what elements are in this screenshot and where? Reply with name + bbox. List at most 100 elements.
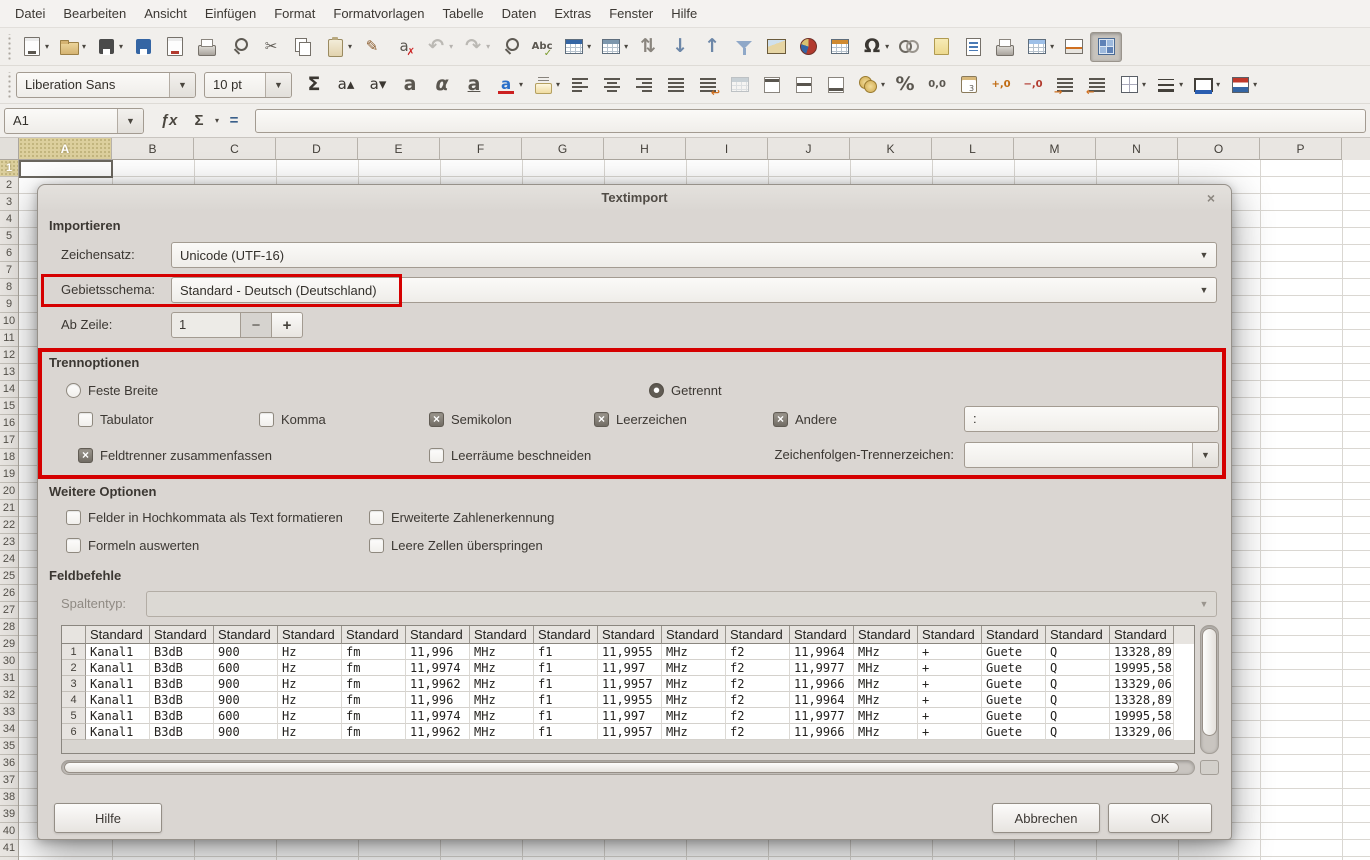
- preview-cell[interactable]: fm: [342, 676, 406, 692]
- column-header-g[interactable]: G: [522, 138, 604, 160]
- row-header-15[interactable]: 15: [0, 398, 18, 415]
- preview-cell[interactable]: 19995,58: [1110, 660, 1174, 676]
- help-button[interactable]: Hilfe: [54, 803, 162, 833]
- preview-cell[interactable]: MHz: [854, 692, 918, 708]
- scrollbar-thumb[interactable]: [64, 762, 1179, 773]
- row-header-29[interactable]: 29: [0, 636, 18, 653]
- bold-button[interactable]: a: [394, 70, 426, 100]
- preview-column-header[interactable]: Standard: [470, 626, 534, 644]
- preview-cell[interactable]: 13329,06: [1110, 676, 1174, 692]
- preview-cell[interactable]: MHz: [854, 660, 918, 676]
- preview-cell[interactable]: 11,9962: [406, 724, 470, 740]
- scrollbar-thumb[interactable]: [1202, 628, 1217, 736]
- preview-cell[interactable]: 900: [214, 676, 278, 692]
- copy-button[interactable]: [287, 32, 319, 62]
- insert-comment-button[interactable]: [925, 32, 957, 62]
- preview-cell[interactable]: 11,997: [598, 660, 662, 676]
- preview-cell[interactable]: Hz: [278, 692, 342, 708]
- row-header-6[interactable]: 6: [0, 245, 18, 262]
- row-header-12[interactable]: 12: [0, 347, 18, 364]
- chevron-down-icon[interactable]: ▼: [265, 73, 291, 97]
- preview-vertical-scrollbar[interactable]: [1200, 625, 1219, 754]
- menu-daten[interactable]: Daten: [493, 0, 546, 28]
- preview-cell[interactable]: f1: [534, 676, 598, 692]
- preview-cell[interactable]: MHz: [470, 676, 534, 692]
- row-header-3[interactable]: 3: [0, 194, 18, 211]
- row-header-28[interactable]: 28: [0, 619, 18, 636]
- string-delimiter-combobox[interactable]: ▼: [964, 442, 1219, 468]
- delete-decimal-button[interactable]: −,0: [1017, 70, 1049, 100]
- preview-cell[interactable]: 11,9977: [790, 660, 854, 676]
- preview-cell[interactable]: Kanal1: [86, 724, 150, 740]
- preview-cell[interactable]: Guete: [982, 692, 1046, 708]
- close-icon[interactable]: ×: [1203, 190, 1219, 206]
- sort-button[interactable]: ⇅: [632, 32, 664, 62]
- save-as-button[interactable]: [127, 32, 159, 62]
- row-header-40[interactable]: 40: [0, 823, 18, 840]
- preview-cell[interactable]: Q: [1046, 644, 1110, 660]
- preview-cell[interactable]: 600: [214, 660, 278, 676]
- menu-fenster[interactable]: Fenster: [600, 0, 662, 28]
- headers-footers-button[interactable]: [957, 32, 989, 62]
- column-header-h[interactable]: H: [604, 138, 686, 160]
- row-header-16[interactable]: 16: [0, 415, 18, 432]
- spin-plus-button[interactable]: +: [272, 312, 303, 338]
- preview-column-header[interactable]: Standard: [406, 626, 470, 644]
- from-row-input[interactable]: 1: [171, 312, 241, 338]
- toolbar-drag-handle[interactable]: [5, 34, 13, 60]
- decrease-indent-button[interactable]: [1081, 70, 1113, 100]
- save-button[interactable]: ▾: [90, 32, 127, 62]
- preview-column-header[interactable]: Standard: [790, 626, 854, 644]
- preview-cell[interactable]: f1: [534, 660, 598, 676]
- row-header-38[interactable]: 38: [0, 789, 18, 806]
- checkbox-tabulator[interactable]: Tabulator: [78, 409, 153, 429]
- preview-cell[interactable]: 11,9957: [598, 676, 662, 692]
- preview-cell[interactable]: fm: [342, 644, 406, 660]
- chevron-down-icon[interactable]: ▼: [1192, 443, 1218, 467]
- ok-button[interactable]: OK: [1108, 803, 1212, 833]
- row-header-19[interactable]: 19: [0, 466, 18, 483]
- preview-cell[interactable]: 13328,89: [1110, 692, 1174, 708]
- column-header-p[interactable]: P: [1260, 138, 1342, 160]
- preview-cell[interactable]: 11,9955: [598, 692, 662, 708]
- preview-cell[interactable]: f1: [534, 708, 598, 724]
- preview-cell[interactable]: 900: [214, 644, 278, 660]
- checkbox-trim-spaces[interactable]: Leerräume beschneiden: [429, 445, 591, 465]
- dialog-title[interactable]: Textimport: [38, 185, 1231, 211]
- decrease-font-size-button[interactable]: a▾: [362, 70, 394, 100]
- preview-cell[interactable]: Guete: [982, 708, 1046, 724]
- row-header-36[interactable]: 36: [0, 755, 18, 772]
- preview-cell[interactable]: Kanal1: [86, 708, 150, 724]
- column-header-o[interactable]: O: [1178, 138, 1260, 160]
- pivot-table-button[interactable]: [824, 32, 856, 62]
- preview-column-header[interactable]: Standard: [1046, 626, 1110, 644]
- preview-cell[interactable]: Q: [1046, 708, 1110, 724]
- row-header-27[interactable]: 27: [0, 602, 18, 619]
- row-header-35[interactable]: 35: [0, 738, 18, 755]
- preview-cell[interactable]: MHz: [854, 644, 918, 660]
- export-pdf-button[interactable]: [159, 32, 191, 62]
- radio-fixed-width[interactable]: Feste Breite: [66, 380, 158, 400]
- menu-bearbeiten[interactable]: Bearbeiten: [54, 0, 135, 28]
- align-center-button[interactable]: [596, 70, 628, 100]
- preview-cell[interactable]: 11,9974: [406, 660, 470, 676]
- preview-cell[interactable]: Kanal1: [86, 692, 150, 708]
- chevron-down-icon[interactable]: ▼: [169, 73, 195, 97]
- underline-button[interactable]: a: [458, 70, 490, 100]
- radio-separated[interactable]: Getrennt: [649, 380, 722, 400]
- number-format-button[interactable]: 0,0: [921, 70, 953, 100]
- border-color-button[interactable]: ▾: [1187, 70, 1224, 100]
- checkbox-komma[interactable]: Komma: [259, 409, 326, 429]
- preview-cell[interactable]: +: [918, 644, 982, 660]
- preview-cell[interactable]: +: [918, 724, 982, 740]
- preview-cell[interactable]: Kanal1: [86, 676, 150, 692]
- row-header-2[interactable]: 2: [0, 177, 18, 194]
- preview-cell[interactable]: 13329,06: [1110, 724, 1174, 740]
- preview-cell[interactable]: MHz: [470, 660, 534, 676]
- row-header-14[interactable]: 14: [0, 381, 18, 398]
- row-header-31[interactable]: 31: [0, 670, 18, 687]
- align-bottom-button[interactable]: [820, 70, 852, 100]
- preview-cell[interactable]: 600: [214, 708, 278, 724]
- preview-cell[interactable]: f2: [726, 660, 790, 676]
- preview-cell[interactable]: 11,9964: [790, 692, 854, 708]
